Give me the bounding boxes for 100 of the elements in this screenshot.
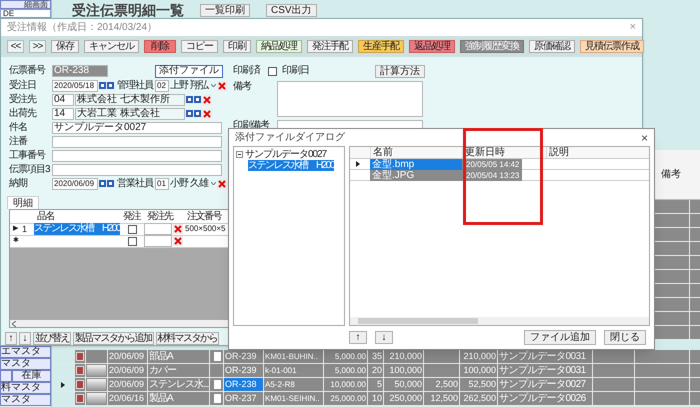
field-label: 営業社員 [117,178,154,190]
button[interactable]: 削除 [144,40,176,53]
column-header[interactable]: 説明 [546,147,626,158]
sidebar-item[interactable]: マスタ [0,358,51,370]
table-cell: ステンレス水... [148,378,210,392]
sidebar-item[interactable]: マスタ [0,394,51,406]
button[interactable]: ↓ [19,332,31,345]
button[interactable]: >> [29,40,46,53]
table-cell: 10,000.00 [324,378,368,392]
column-header[interactable]: 品名 [34,210,120,223]
table-cell [593,378,635,392]
button[interactable]: コピー [181,40,218,53]
field-label: 工事番号 [9,150,46,162]
table-cell: サンプルデータ0031 [498,350,593,364]
sidebar-item[interactable]: 料マスタ [0,382,51,394]
window-title: 受注情報（作成日：2014/03/24） [7,20,158,35]
row-pointer-icon [356,161,360,167]
field-label: 備考 [233,80,252,94]
dropdown[interactable]: 上野 翔弘 [170,80,216,92]
scroll-left-icon[interactable] [12,320,16,326]
input-field[interactable]: 株式会社 七木製作所 [75,94,185,106]
clear-icon[interactable] [202,94,212,105]
checkbox[interactable] [128,224,136,234]
sidebar-item[interactable]: 細画面 [0,0,51,9]
input-field[interactable] [144,223,172,236]
attach-file-button[interactable]: 添付ファイル [155,64,223,78]
column-header[interactable]: 更新日時 [462,147,546,158]
button[interactable]: ファイル追加 [524,330,596,344]
input-field[interactable]: 2020/05/18 [52,80,98,92]
input-field[interactable]: 02 [155,80,169,92]
field-label: 伝票項目3 [9,164,51,176]
button[interactable]: ↑ [5,332,17,345]
button[interactable]: CSV出力 [266,4,317,16]
clear-icon[interactable] [202,108,212,119]
button[interactable]: キャンセル [84,40,139,53]
clear-icon[interactable] [173,224,183,234]
button[interactable]: 並び替え [33,332,71,345]
checkbox[interactable] [128,236,136,246]
clear-icon[interactable] [217,178,227,189]
input-field[interactable]: 2020/06/09 [52,178,98,190]
input-field[interactable] [52,150,222,162]
button[interactable]: 発注手配 [307,40,353,53]
button[interactable]: ↓ [375,330,393,344]
button[interactable]: << [7,40,24,53]
sidebar-field[interactable]: DE [0,9,51,18]
row-number: 1 [22,222,28,236]
input-field[interactable] [52,136,222,148]
input-field[interactable] [52,164,222,176]
column-header[interactable]: 発注先 [144,210,184,223]
sidebar-item[interactable]: エマスタ [0,346,51,358]
table-cell: 50,000 [384,378,424,392]
input-field[interactable]: 04 [52,94,74,106]
button[interactable]: 計算方法 [375,64,425,78]
dialog-title: 添付ファイルダイアログ [235,131,345,145]
input-field[interactable]: 14 [52,108,74,120]
button[interactable]: 閉じる [604,330,646,344]
clear-icon[interactable] [217,80,227,91]
column-header[interactable]: 注文番号 [184,210,224,223]
table-cell: 2,500 [424,378,460,392]
tree-item[interactable]: サンプルデータ0027 [245,149,326,160]
clear-icon[interactable] [173,236,183,246]
scrollbar-thumb[interactable] [358,318,478,324]
button[interactable]: 原価確認 [529,40,575,53]
button[interactable]: 納品処理 [256,40,302,53]
input-field[interactable]: サンプルデータ0027 [52,122,222,134]
close-icon[interactable]: × [640,128,648,146]
field-label: 印刷済 [233,65,262,78]
button[interactable]: ↑ [349,330,367,344]
button[interactable]: 見積伝票作成 [580,40,644,53]
table-cell[interactable]: 金型.bmp [370,158,462,170]
button[interactable]: 一覧印刷 [200,4,250,16]
row-pointer-icon [61,382,65,388]
dropdown[interactable]: 小野 久雄 [170,178,216,190]
sidebar-item[interactable]: 在庫 [12,370,51,382]
table-cell: 20/06/09 [108,350,148,364]
button[interactable]: 返品処理 [409,40,455,53]
input-field[interactable]: 01 [155,178,169,190]
input-field[interactable] [144,235,172,248]
button[interactable]: 保存 [51,40,79,53]
checkbox[interactable] [268,66,277,76]
table-cell: 250,000 [384,392,424,406]
column-header[interactable]: 発注 [120,210,144,223]
table-cell: 5 [368,378,384,392]
column-header[interactable]: 備考 [661,167,681,182]
collapse-icon[interactable] [236,151,243,158]
button[interactable]: 印刷 [223,40,251,53]
column-header[interactable]: 名前 [370,147,462,158]
sidebar-item[interactable] [0,370,12,382]
button[interactable]: 生産手配 [358,40,404,53]
button[interactable]: 製品マスタから追加 [73,332,154,345]
table-cell: サンプルデータ0026 [498,392,593,406]
table-cell: 製品A [148,392,210,406]
button[interactable]: 材料マスタから [156,332,219,345]
table-cell: サンプルデータ0031 [498,364,593,378]
input-field[interactable]: 大岩工業 株式会社 [75,108,185,120]
tab[interactable]: 明細 [7,196,39,209]
table-cell: 12,500 [424,392,460,406]
table-cell: 20/06/09 [108,378,148,392]
remarks-field[interactable] [277,80,423,117]
field-label: 注番 [9,136,28,148]
